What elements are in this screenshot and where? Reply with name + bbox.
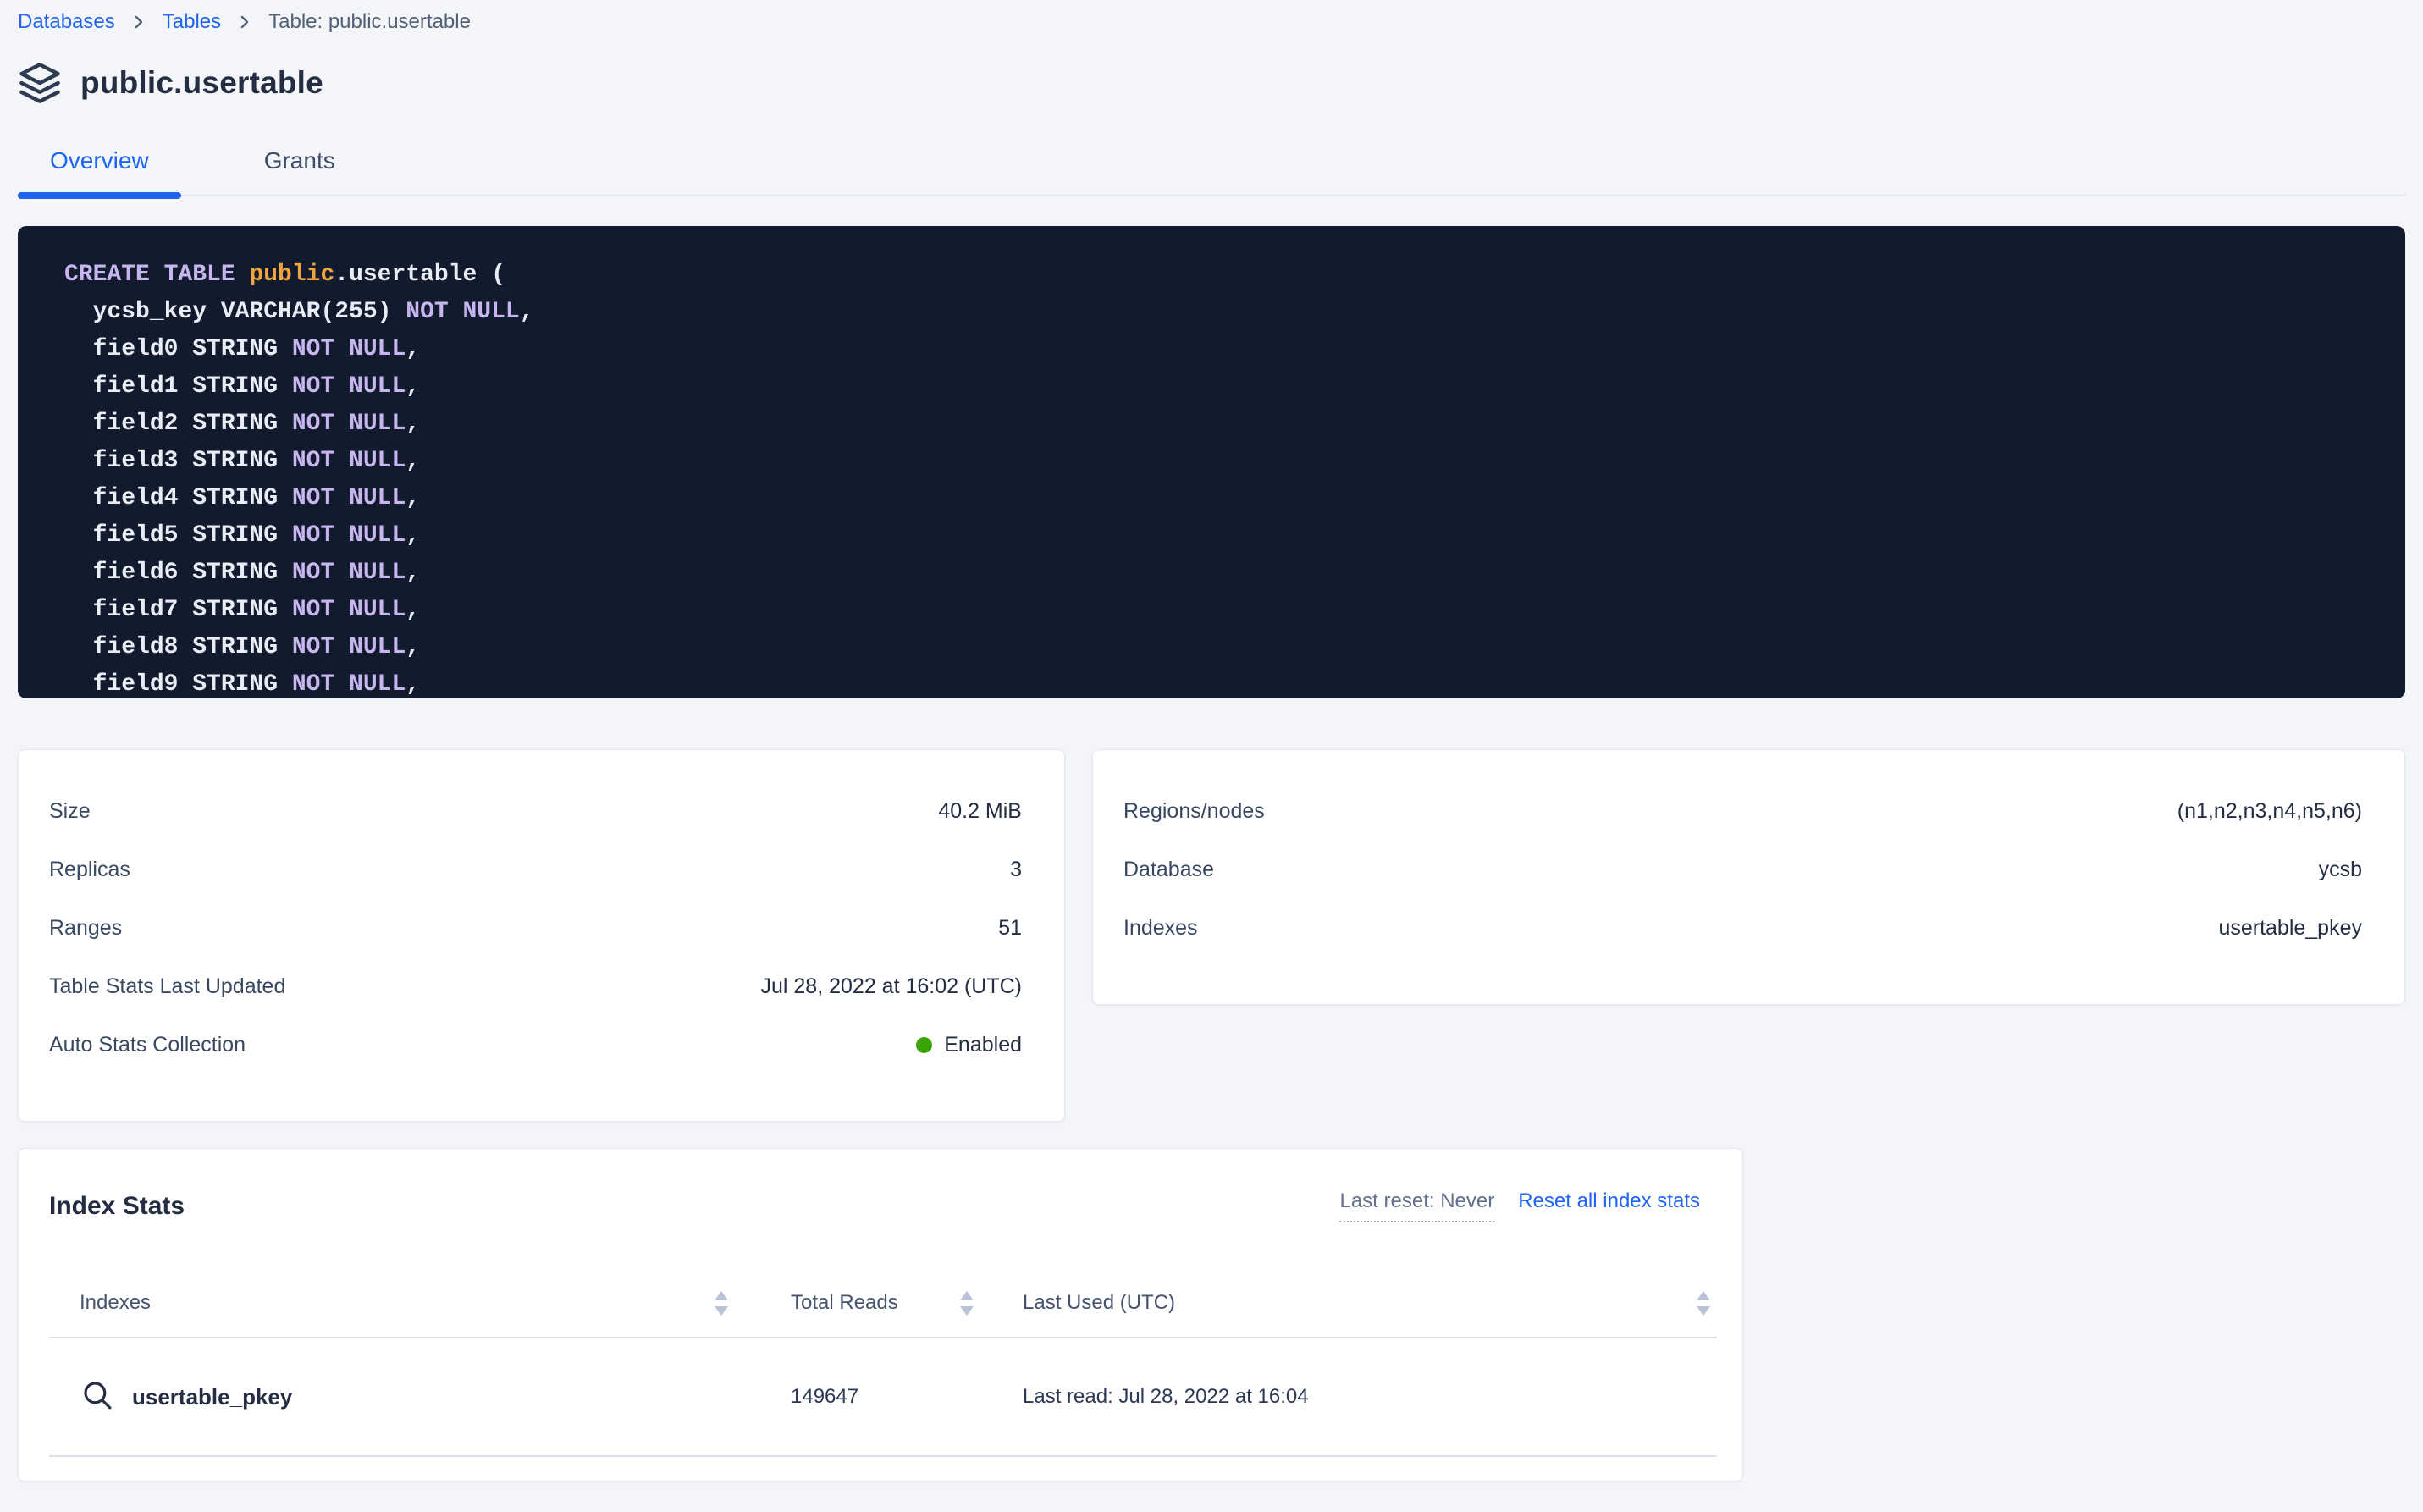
detail-row: Database ycsb	[1123, 841, 2362, 899]
detail-value: 51	[998, 916, 1022, 941]
breadcrumb: Databases Tables Table: public.usertable	[0, 0, 2423, 34]
table-location-card: Regions/nodes (n1,n2,n3,n4,n5,n6) Database…	[1092, 749, 2405, 1005]
detail-label: Size	[49, 799, 91, 824]
page-title: public.usertable	[80, 65, 323, 101]
detail-row: Replicas 3	[49, 841, 1022, 899]
column-header-indexes: Indexes	[80, 1291, 151, 1315]
total-reads-cell: 149647	[735, 1385, 980, 1409]
detail-row: Auto Stats Collection Enabled	[49, 1016, 1022, 1074]
detail-value: Enabled	[916, 1033, 1022, 1057]
detail-value-text: usertable_pkey	[2218, 916, 2362, 941]
index-name-cell: usertable_pkey	[49, 1377, 735, 1417]
detail-label: Ranges	[49, 916, 122, 941]
detail-row: Table Stats Last Updated Jul 28, 2022 at …	[49, 957, 1022, 1016]
sql-line: field6 STRING NOT NULL,	[64, 555, 2371, 592]
chevron-right-icon	[235, 12, 255, 32]
details-cards-row: Size 40.2 MiB Replicas 3 Ranges 51 Table Stats…	[18, 749, 2405, 1122]
index-stats-controls: Last reset: Never Reset all index stats	[1339, 1189, 1717, 1222]
detail-value: 40.2 MiB	[938, 799, 1022, 824]
last-reset-label: Last reset: Never	[1339, 1189, 1494, 1222]
sql-line: field0 STRING NOT NULL,	[64, 331, 2371, 368]
sql-line: field7 STRING NOT NULL,	[64, 592, 2371, 629]
reset-index-stats-link[interactable]: Reset all index stats	[1518, 1189, 1700, 1213]
chevron-right-icon	[129, 12, 149, 32]
index-stats-header: Index Stats Last reset: Never Reset all …	[49, 1189, 1717, 1223]
index-stats-card: Index Stats Last reset: Never Reset all …	[18, 1148, 1743, 1482]
last-used-cell: Last read: Jul 28, 2022 at 16:04	[980, 1385, 1717, 1409]
detail-label: Database	[1123, 858, 1214, 882]
detail-label: Table Stats Last Updated	[49, 974, 285, 999]
detail-value-text: 51	[998, 916, 1022, 941]
detail-row: Regions/nodes (n1,n2,n3,n4,n5,n6)	[1123, 782, 2362, 841]
status-dot-icon	[916, 1037, 932, 1053]
sort-arrows-icon[interactable]	[1697, 1291, 1710, 1316]
index-stats-title: Index Stats	[49, 1189, 185, 1223]
detail-value: usertable_pkey	[2218, 916, 2362, 941]
breadcrumb-databases-link[interactable]: Databases	[18, 10, 115, 34]
layers-icon	[18, 61, 62, 105]
detail-value: 3	[1010, 858, 1022, 882]
sql-line: field5 STRING NOT NULL,	[64, 517, 2371, 555]
sql-line: field9 STRING NOT NULL,	[64, 666, 2371, 698]
detail-value: ycsb	[2319, 858, 2362, 882]
detail-row: Ranges 51	[49, 899, 1022, 957]
magnifier-icon	[80, 1377, 115, 1417]
detail-value-text: Enabled	[944, 1033, 1022, 1057]
column-header-last-used: Last Used (UTC)	[1023, 1291, 1175, 1315]
sql-line: field2 STRING NOT NULL,	[64, 406, 2371, 443]
tab-bar: Overview Grants	[18, 147, 2405, 196]
sql-line: CREATE TABLE public.usertable (	[64, 257, 2371, 294]
detail-value-text: 40.2 MiB	[938, 799, 1022, 824]
index-link[interactable]: usertable_pkey	[80, 1377, 292, 1417]
sort-arrows-icon[interactable]	[960, 1291, 974, 1316]
sql-line: field3 STRING NOT NULL,	[64, 443, 2371, 480]
detail-value: (n1,n2,n3,n4,n5,n6)	[2177, 799, 2362, 824]
index-table-body: usertable_pkey 149647 Last read: Jul 28, 2…	[49, 1338, 1717, 1457]
detail-value: Jul 28, 2022 at 16:02 (UTC)	[761, 974, 1023, 999]
detail-value-text: 3	[1010, 858, 1022, 882]
page-header: public.usertable	[18, 61, 2405, 105]
table-details-page: Databases Tables Table: public.usertable…	[0, 0, 2423, 1512]
sql-line: field1 STRING NOT NULL,	[64, 368, 2371, 406]
detail-row: Indexes usertable_pkey	[1123, 899, 2362, 957]
breadcrumb-current: Table: public.usertable	[268, 10, 471, 34]
index-table-row: usertable_pkey 149647 Last read: Jul 28, 2…	[49, 1338, 1717, 1457]
detail-value-text: (n1,n2,n3,n4,n5,n6)	[2177, 799, 2362, 824]
detail-value-text: ycsb	[2319, 858, 2362, 882]
sql-line: field8 STRING NOT NULL,	[64, 629, 2371, 666]
detail-value-text: Jul 28, 2022 at 16:02 (UTC)	[761, 974, 1023, 999]
detail-label: Indexes	[1123, 916, 1198, 941]
sql-line: field4 STRING NOT NULL,	[64, 480, 2371, 517]
index-name: usertable_pkey	[132, 1384, 292, 1410]
create-table-sql[interactable]: CREATE TABLE public.usertable ( ycsb_key…	[18, 226, 2405, 698]
total-reads-value: 149647	[791, 1385, 858, 1409]
column-header-total-reads: Total Reads	[791, 1291, 898, 1315]
detail-label: Regions/nodes	[1123, 799, 1265, 824]
tab-overview[interactable]: Overview	[18, 147, 181, 195]
detail-label: Replicas	[49, 858, 130, 882]
detail-label: Auto Stats Collection	[49, 1033, 246, 1057]
sort-arrows-icon[interactable]	[715, 1291, 728, 1316]
last-used-value: Last read: Jul 28, 2022 at 16:04	[1023, 1385, 1309, 1409]
sql-line: ycsb_key VARCHAR(255) NOT NULL,	[64, 294, 2371, 331]
detail-row: Size 40.2 MiB	[49, 782, 1022, 841]
tab-grants[interactable]: Grants	[232, 147, 367, 195]
breadcrumb-tables-link[interactable]: Tables	[163, 10, 221, 34]
index-table-header: Indexes Total Reads Last Used (UTC)	[49, 1269, 1717, 1338]
table-details-card: Size 40.2 MiB Replicas 3 Ranges 51 Table Stats…	[18, 749, 1065, 1122]
